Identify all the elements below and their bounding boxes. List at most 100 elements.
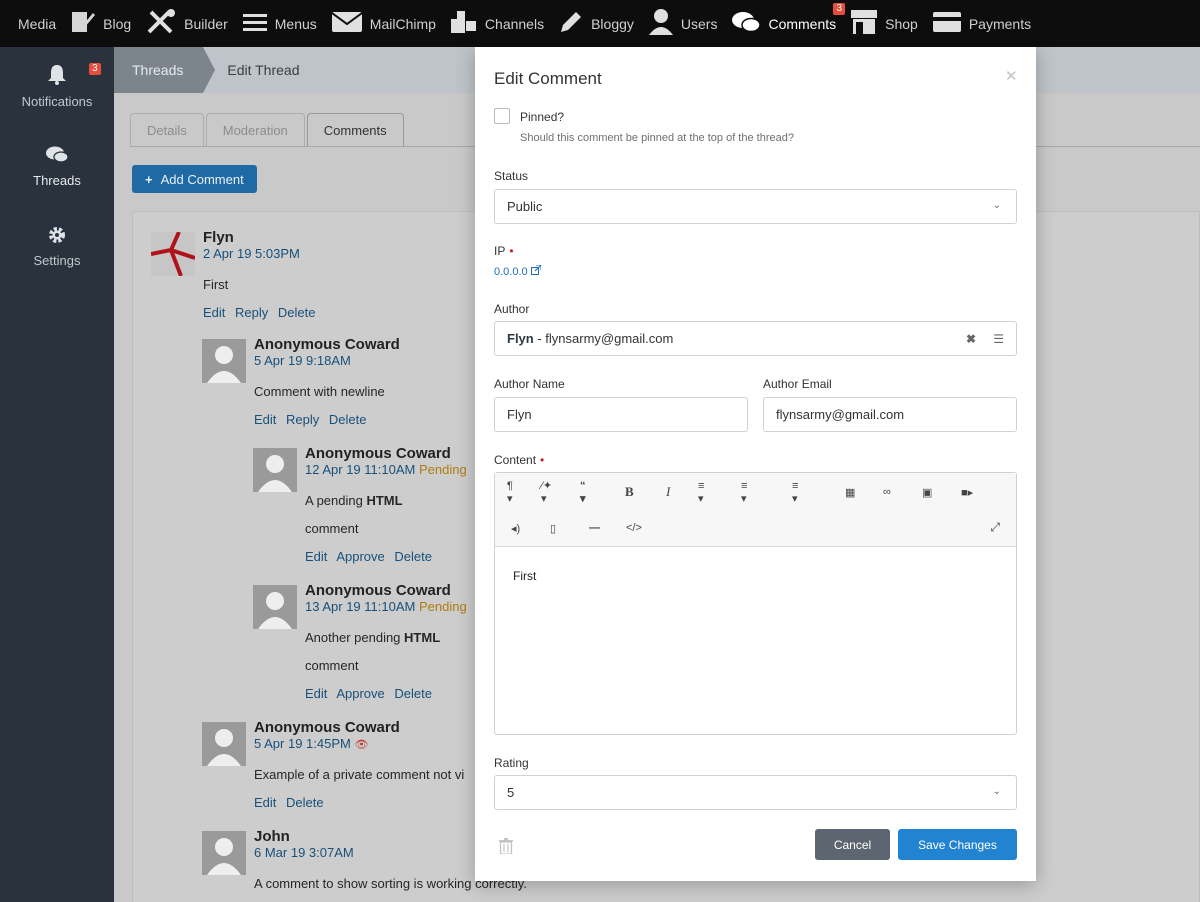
comment-date[interactable]: 2 Apr 19 5:03PM [203,246,300,261]
nav-builder[interactable]: Builder [146,0,228,47]
sidebar-item-notifications[interactable]: Notifications 3 [0,47,114,127]
author-name-label: Author Name [494,377,565,391]
nav-comments[interactable]: Comments 3 [732,0,846,47]
comment-text: Example of a private comment not vi [254,767,465,782]
status-select[interactable]: Public ⌄ [494,189,1017,224]
comment-date[interactable]: 12 Apr 19 11:10AM Pending [305,462,467,477]
avatar [151,232,195,276]
comment-author: Flyn [203,229,234,246]
delete-link[interactable]: Delete [286,795,324,810]
link-icon[interactable]: ∞ [883,480,891,504]
magic-icon[interactable]: ⁄✦ ▾ [541,480,552,505]
editor-toolbar: ¶ ▾ ⁄✦ ▾ “ ▾ B I ≡ ▾ ≡ ▾ ≡ ▾ ▦ ∞ ▣ ■▸ ◂)… [495,473,1016,547]
unordered-list-icon[interactable]: ≡ ▾ [792,480,798,505]
reply-link[interactable]: Reply [286,412,319,427]
list-icon[interactable]: ☰ [993,332,1004,346]
editor-content[interactable]: First [513,569,536,583]
nav-menus[interactable]: Menus [242,0,317,47]
sidebar-item-threads[interactable]: Threads [0,127,114,207]
edit-link[interactable]: Edit [305,549,327,564]
sidebar: Notifications 3 Threads Settings [0,47,114,902]
horizontal-rule-icon[interactable]: — [589,516,600,540]
content-editor: ¶ ▾ ⁄✦ ▾ “ ▾ B I ≡ ▾ ≡ ▾ ≡ ▾ ▦ ∞ ▣ ■▸ ◂)… [494,472,1017,735]
comment-actions: Edit Approve Delete [305,549,438,564]
italic-icon[interactable]: I [666,480,670,504]
edit-link[interactable]: Edit [254,412,276,427]
author-email-input[interactable]: flynsarmy@gmail.com [763,397,1017,432]
external-link-icon [530,264,542,278]
shop-icon [851,10,878,37]
code-icon[interactable]: </> [626,516,642,540]
edit-link[interactable]: Edit [254,795,276,810]
comment-actions: Edit Approve Delete [305,686,438,701]
delete-link[interactable]: Delete [329,412,367,427]
ip-value: 0.0.0.0 [494,266,528,278]
nav-channels[interactable]: Channels [450,0,544,47]
sidebar-item-label: Settings [33,253,81,268]
ip-link[interactable]: 0.0.0.0 [494,264,542,278]
save-changes-button[interactable]: Save Changes [898,829,1017,860]
approve-link[interactable]: Approve [336,549,384,564]
tab-moderation[interactable]: Moderation [205,113,305,146]
clear-icon[interactable]: ✖ [966,332,976,346]
comment-date[interactable]: 5 Apr 19 9:18AM [254,353,351,368]
add-comment-button[interactable]: + Add Comment [132,165,257,193]
nav-mailchimp[interactable]: MailChimp [331,0,436,47]
comment-text: A pending HTML [305,493,403,508]
paragraph-icon[interactable]: ¶ ▾ [507,480,513,505]
expand-icon[interactable]: ⤢ [990,520,1000,535]
nav-payments[interactable]: Payments [932,0,1032,47]
comment-date[interactable]: 6 Mar 19 3:07AM [254,845,354,860]
author-name-input[interactable]: Flyn [494,397,748,432]
edit-link[interactable]: Edit [203,305,225,320]
sidebar-item-label: Threads [33,173,81,188]
chevron-down-icon: ⌄ [992,200,1001,211]
table-icon[interactable]: ▦ [845,480,855,504]
nav-shop[interactable]: Shop [851,0,918,47]
required-marker: • [509,244,514,258]
align-icon[interactable]: ≡ ▾ [698,480,704,505]
trash-icon[interactable] [499,838,513,857]
pinned-checkbox[interactable] [494,108,510,124]
tab-details[interactable]: Details [130,113,204,146]
nav-media[interactable]: Media [18,0,56,47]
ordered-list-icon[interactable]: ≡ ▾ [741,480,747,505]
approve-link[interactable]: Approve [336,686,384,701]
add-comment-label: Add Comment [160,171,244,187]
video-icon[interactable]: ■▸ [961,480,973,504]
edit-link[interactable]: Edit [305,686,327,701]
sidebar-item-label: Notifications [21,94,93,109]
nav-bloggy[interactable]: Bloggy [559,0,634,47]
nav-blog[interactable]: Blog [71,0,131,47]
nav-builder-label: Builder [184,15,228,32]
delete-link[interactable]: Delete [278,305,316,320]
comment-actions: Edit Reply Delete [254,412,372,427]
nav-blog-label: Blog [103,15,132,32]
quote-icon[interactable]: “ ▾ [580,480,586,505]
image-icon[interactable]: ▣ [922,480,932,504]
sidebar-item-settings[interactable]: Settings [0,207,114,287]
file-icon[interactable]: ▯ [550,516,556,540]
author-email-value: flynsarmy@gmail.com [545,331,674,346]
delete-link[interactable]: Delete [394,686,432,701]
tab-comments[interactable]: Comments [306,113,404,146]
comments-badge: 3 [833,3,846,15]
rating-select[interactable]: 5 ⌄ [494,775,1017,810]
close-icon[interactable]: ✕ [1005,67,1018,85]
delete-link[interactable]: Delete [394,549,432,564]
nav-shop-label: Shop [885,15,918,32]
cancel-button[interactable]: Cancel [815,829,890,860]
audio-icon[interactable]: ◂) [511,516,520,540]
breadcrumb-threads[interactable]: Threads [114,47,216,93]
comment-date[interactable]: 5 Apr 19 1:45PM 👁︎ [254,736,368,751]
reply-link[interactable]: Reply [235,305,268,320]
pinned-label: Pinned? [520,110,565,124]
comment-date[interactable]: 13 Apr 19 11:10AM Pending [305,599,467,614]
author-picker[interactable]: Flyn - flynsarmy@gmail.com ✖ ☰ [494,321,1017,356]
menu-icon [242,12,267,35]
nav-menus-label: Menus [274,15,317,32]
comment-text-bold: HTML [404,630,441,645]
nav-users[interactable]: Users [648,0,717,47]
bold-icon[interactable]: B [625,480,634,504]
nav-payments-label: Payments [968,15,1032,32]
